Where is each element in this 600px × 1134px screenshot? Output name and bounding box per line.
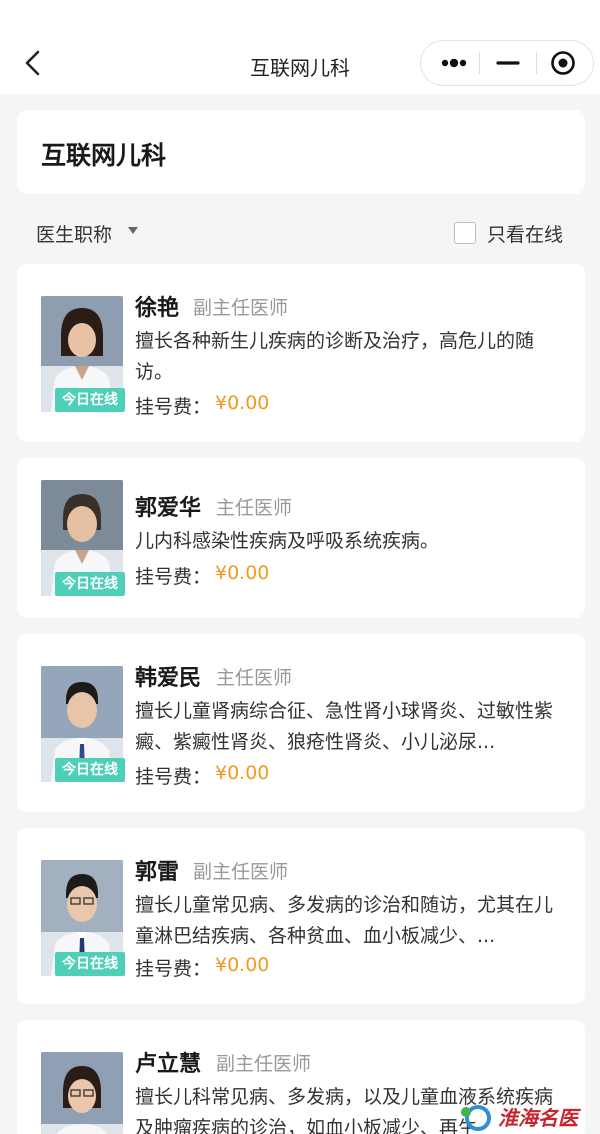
mini-program-capsule <box>420 40 594 86</box>
doctor-name: 郭爱华 <box>135 496 202 521</box>
doctor-name: 郭雷 <box>135 860 180 885</box>
fee-label: 挂号费： <box>135 958 212 980</box>
watermark-text: 淮海名医网 <box>498 1106 578 1130</box>
department-header-card: 互联网儿科 <box>17 110 585 194</box>
online-only-checkbox[interactable] <box>454 222 476 244</box>
doctor-description: 擅长各种新生儿疾病的诊断及治疗，高危儿的随访。 <box>135 330 535 383</box>
doctor-description: 儿内科感染性疾病及呼吸系统疾病。 <box>135 530 440 552</box>
doctor-card[interactable]: 今日在线 徐艳 副主任医师 擅长各种新生儿疾病的诊断及治疗，高危儿的随访。 挂号… <box>17 264 585 442</box>
fee-value: ¥0.00 <box>215 562 270 584</box>
more-dots-icon <box>441 58 467 68</box>
navigation-bar: 互联网儿科 <box>0 8 600 94</box>
doctor-title: 副主任医师 <box>193 297 289 319</box>
fee-value: ¥0.00 <box>215 954 270 976</box>
doctor-name: 韩爱民 <box>135 666 202 691</box>
minus-icon <box>496 61 520 65</box>
fee-label: 挂号费： <box>135 396 212 418</box>
department-title: 互联网儿科 <box>41 141 167 170</box>
doctor-name: 徐艳 <box>135 296 180 321</box>
more-button[interactable] <box>425 41 481 85</box>
doctor-card[interactable]: 今日在线 郭爱华 主任医师 儿内科感染性疾病及呼吸系统疾病。 挂号费： ¥0.0… <box>17 458 585 618</box>
minimize-button[interactable] <box>480 41 536 85</box>
online-today-badge: 今日在线 <box>55 388 125 412</box>
doctor-title: 主任医师 <box>216 497 293 519</box>
doctor-description: 擅长儿童肾病综合征、急性肾小球肾炎、过敏性紫癜、紫癜性肾炎、狼疮性肾炎、小儿泌尿… <box>135 700 554 753</box>
doctor-card[interactable]: 今日在线 韩爱民 主任医师 擅长儿童肾病综合征、急性肾小球肾炎、过敏性紫癜、紫癜… <box>17 634 585 812</box>
status-strip <box>0 0 600 8</box>
fee-label: 挂号费： <box>135 566 212 588</box>
doctor-description: 擅长儿童常见病、多发病的诊治和随访，尤其在儿童淋巴结疾病、各种贫血、血小板减少、… <box>135 894 554 947</box>
online-today-badge: 今日在线 <box>55 572 125 596</box>
online-today-badge: 今日在线 <box>55 952 125 976</box>
online-only-label[interactable]: 只看在线 <box>487 220 563 247</box>
doctor-card[interactable]: 今日在线 郭雷 副主任医师 擅长儿童常见病、多发病的诊治和随访，尤其在儿童淋巴结… <box>17 828 585 1004</box>
doctor-title: 副主任医师 <box>193 861 289 883</box>
doctor-title: 主任医师 <box>216 667 293 689</box>
fee-value: ¥0.00 <box>215 762 270 784</box>
watermark-logo-icon <box>461 1105 491 1131</box>
doctor-name: 卢立慧 <box>135 1052 202 1077</box>
close-button[interactable] <box>535 41 591 85</box>
title-filter-dropdown[interactable]: 医生职称 <box>36 220 112 247</box>
fee-label: 挂号费： <box>135 766 212 788</box>
fee-value: ¥0.00 <box>215 392 270 414</box>
target-close-icon <box>551 51 575 75</box>
doctor-photo <box>41 1052 123 1134</box>
site-watermark: 淮海名医网 <box>456 1100 596 1134</box>
doctor-title: 副主任医师 <box>216 1053 312 1075</box>
online-today-badge: 今日在线 <box>55 758 125 782</box>
filter-bar: 医生职称 只看在线 <box>0 210 600 256</box>
caret-down-icon[interactable] <box>128 227 138 234</box>
